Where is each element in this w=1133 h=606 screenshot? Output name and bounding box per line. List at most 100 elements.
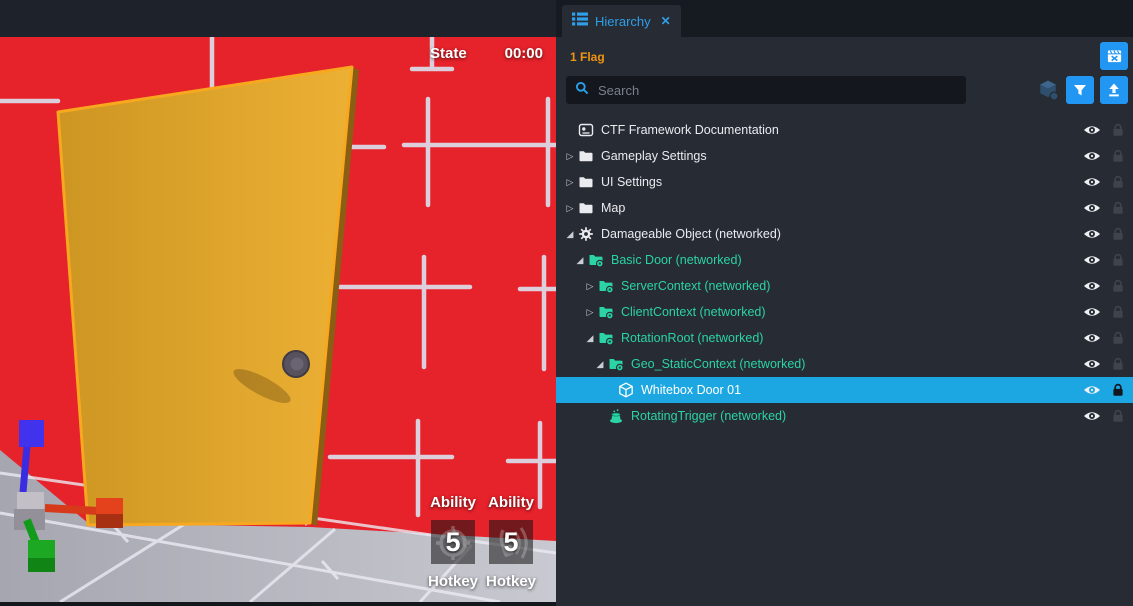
tree-row-label: ServerContext (networked)	[621, 279, 770, 293]
lock-icon[interactable]	[1112, 175, 1124, 189]
game-state-hud: State 00:00	[430, 45, 543, 62]
ability-slot-box: 5	[431, 520, 475, 564]
match-timer: 00:00	[505, 45, 543, 62]
folder-badge-icon	[608, 356, 624, 372]
visibility-eye-icon[interactable]	[1083, 124, 1101, 136]
panel-tab-bar: Hierarchy ✕	[556, 0, 1133, 37]
visibility-eye-icon[interactable]	[1083, 358, 1101, 370]
close-icon[interactable]: ✕	[661, 14, 671, 28]
expand-arrow-collapsed[interactable]: ▷	[564, 204, 576, 213]
hierarchy-tree: CTF Framework Documentation ▷ Gameplay Set…	[556, 117, 1133, 429]
lock-icon[interactable]	[1112, 201, 1124, 215]
gear-icon	[578, 226, 594, 242]
gizmo-center[interactable]	[17, 492, 44, 511]
door-front-face	[58, 67, 352, 525]
tree-row-gameplay-settings[interactable]: ▷ Gameplay Settings	[556, 143, 1133, 169]
visibility-eye-icon[interactable]	[1083, 254, 1101, 266]
tree-row-ctf-framework-documentation[interactable]: CTF Framework Documentation	[556, 117, 1133, 143]
visibility-eye-icon[interactable]	[1083, 410, 1101, 422]
expand-arrow-collapsed[interactable]: ▷	[584, 282, 596, 291]
lock-icon[interactable]	[1112, 253, 1124, 267]
gizmo-x-axis[interactable]	[45, 508, 99, 511]
hotkey-label: Hotkey	[423, 573, 483, 590]
visibility-eye-icon[interactable]	[1083, 202, 1101, 214]
tab-hierarchy[interactable]: Hierarchy ✕	[562, 5, 681, 37]
tree-row-servercontext-networked[interactable]: ▷ ServerContext (networked)	[556, 273, 1133, 299]
lock-icon[interactable]	[1112, 409, 1124, 423]
hotkey-number: 5	[445, 529, 460, 556]
ability-slot-2: Ability 5 Hotkey	[481, 494, 541, 590]
tree-row-basic-door-networked[interactable]: ◢ Basic Door (networked)	[556, 247, 1133, 273]
tree-row-label: ClientContext (networked)	[621, 305, 766, 319]
folder-badge-icon	[598, 330, 614, 346]
tree-row-label: UI Settings	[601, 175, 662, 189]
cube-entity-icon[interactable]	[1037, 79, 1059, 101]
visibility-eye-icon[interactable]	[1083, 280, 1101, 292]
ability-slot-box: 5	[489, 520, 533, 564]
hotkey-number: 5	[503, 529, 518, 556]
expand-arrow-expanded[interactable]: ◢	[564, 230, 576, 239]
folder-badge-icon	[598, 304, 614, 320]
lock-icon[interactable]	[1112, 227, 1124, 241]
folder-icon	[578, 148, 594, 164]
expand-arrow-collapsed[interactable]: ▷	[564, 152, 576, 161]
lock-icon[interactable]	[1112, 123, 1124, 137]
flag-count-badge: 1 Flag	[570, 50, 605, 64]
lock-icon[interactable]	[1112, 149, 1124, 163]
event-clapperboard-button[interactable]	[1100, 42, 1128, 70]
search-bar[interactable]	[566, 76, 966, 104]
hotkey-label: Hotkey	[481, 573, 541, 590]
filter-icon	[1072, 82, 1088, 98]
lock-icon[interactable]	[1112, 331, 1124, 345]
tree-row-clientcontext-networked[interactable]: ▷ ClientContext (networked)	[556, 299, 1133, 325]
document-icon	[578, 122, 594, 138]
visibility-eye-icon[interactable]	[1083, 332, 1101, 344]
lock-icon[interactable]	[1112, 305, 1124, 319]
tab-label: Hierarchy	[595, 14, 651, 29]
filter-button[interactable]	[1066, 76, 1094, 104]
3d-viewport[interactable]: State 00:00 Ability 5 Hotkey Ability	[0, 0, 556, 606]
cube-icon	[618, 382, 634, 398]
tree-row-rotatingtrigger-networked[interactable]: RotatingTrigger (networked)	[556, 403, 1133, 429]
lock-icon[interactable]	[1112, 357, 1124, 371]
gizmo-z-axis[interactable]	[23, 446, 27, 492]
tree-row-label: Gameplay Settings	[601, 149, 707, 163]
state-label: State	[430, 45, 467, 62]
tree-row-rotationroot-networked[interactable]: ◢RotationRoot (networked)	[556, 325, 1133, 351]
visibility-eye-icon[interactable]	[1083, 306, 1101, 318]
upload-icon	[1106, 82, 1122, 98]
folder-icon	[578, 200, 594, 216]
tree-row-whitebox-door-01[interactable]: Whitebox Door 01	[556, 377, 1133, 403]
tree-row-ui-settings[interactable]: ▷ UI Settings	[556, 169, 1133, 195]
folder-icon	[578, 174, 594, 190]
trigger-icon	[608, 408, 624, 424]
clapperboard-icon	[1106, 48, 1123, 65]
lock-icon[interactable]	[1112, 383, 1124, 397]
tree-row-damageable-object-networked[interactable]: ◢Damageable Object (networked)	[556, 221, 1133, 247]
door-object[interactable]	[58, 67, 359, 526]
ability-slot-1: Ability 5 Hotkey	[423, 494, 483, 590]
tree-row-geo-staticcontext-networked[interactable]: ◢ Geo_StaticContext (networked)	[556, 351, 1133, 377]
expand-arrow-collapsed[interactable]: ▷	[564, 178, 576, 187]
tree-row-label: Whitebox Door 01	[641, 383, 741, 397]
expand-arrow-expanded[interactable]: ◢	[584, 334, 596, 343]
visibility-eye-icon[interactable]	[1083, 228, 1101, 240]
visibility-eye-icon[interactable]	[1083, 384, 1101, 396]
ability-label: Ability	[423, 494, 483, 512]
gizmo-z-handle[interactable]	[19, 420, 44, 447]
tree-row-map[interactable]: ▷Map	[556, 195, 1133, 221]
lock-icon[interactable]	[1112, 279, 1124, 293]
upload-button[interactable]	[1100, 76, 1128, 104]
visibility-eye-icon[interactable]	[1083, 176, 1101, 188]
hierarchy-panel: Hierarchy ✕ 1 Flag	[556, 0, 1133, 606]
tree-row-label: Basic Door (networked)	[611, 253, 742, 267]
expand-arrow-collapsed[interactable]: ▷	[584, 308, 596, 317]
expand-arrow-expanded[interactable]: ◢	[594, 360, 606, 369]
tree-row-label: Geo_StaticContext (networked)	[631, 357, 805, 371]
expand-arrow-expanded[interactable]: ◢	[574, 256, 586, 265]
search-input[interactable]	[596, 82, 957, 99]
door-knob-face	[291, 358, 304, 371]
visibility-eye-icon[interactable]	[1083, 150, 1101, 162]
editor-window: State 00:00 Ability 5 Hotkey Ability	[0, 0, 1133, 606]
viewport-bottom-edge	[0, 602, 556, 606]
